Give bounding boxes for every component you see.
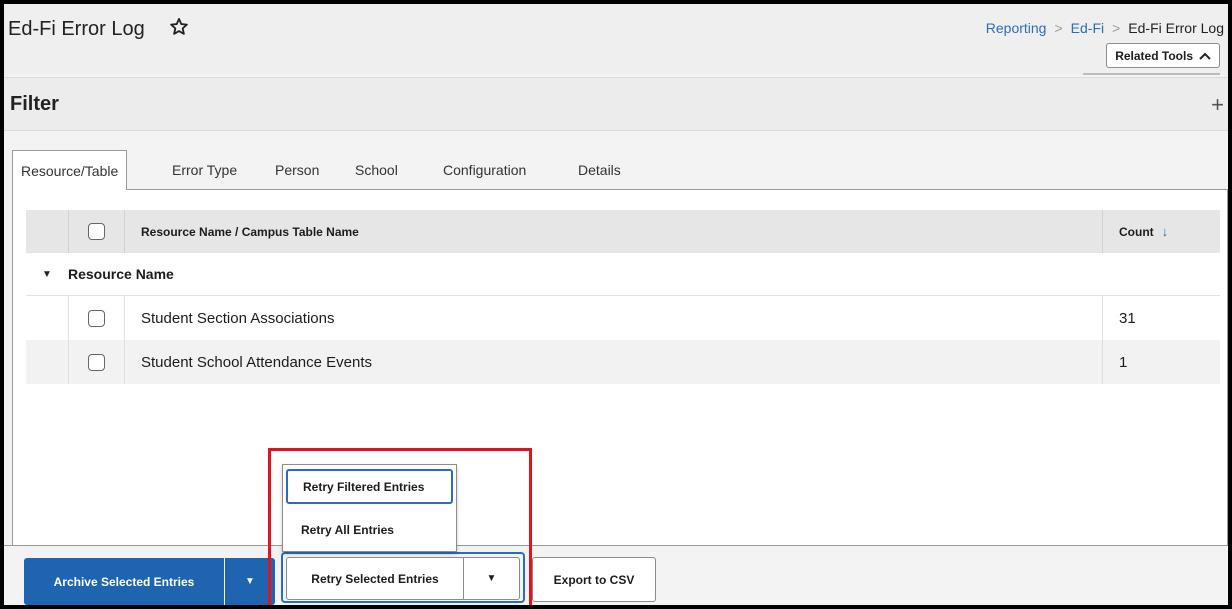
related-tools-button[interactable]: Related Tools	[1106, 43, 1220, 68]
breadcrumb-separator-icon: >	[1112, 20, 1121, 36]
collapse-caret-icon[interactable]: ▼	[26, 269, 68, 280]
related-tools-label: Related Tools	[1115, 48, 1193, 63]
caret-down-icon: ▼	[245, 576, 255, 587]
breadcrumb-reporting[interactable]: Reporting	[986, 20, 1047, 36]
filter-bar: Filter +	[4, 77, 1228, 131]
column-header-count[interactable]: Count ↓	[1103, 210, 1220, 253]
breadcrumb-current: Ed-Fi Error Log	[1128, 20, 1224, 36]
tab-resource-table[interactable]: Resource/Table	[12, 150, 128, 191]
tab-bar: Resource/Table Error Type Person School …	[12, 150, 1228, 191]
tab-configuration[interactable]: Configuration	[443, 150, 526, 190]
archive-selected-button[interactable]: Archive Selected Entries	[24, 558, 224, 605]
table-row[interactable]: Student Section Associations 31	[26, 296, 1220, 340]
select-all-checkbox[interactable]	[88, 223, 105, 240]
sort-descending-icon: ↓	[1161, 224, 1169, 239]
tab-person[interactable]: Person	[275, 150, 319, 190]
group-label: Resource Name	[68, 266, 174, 282]
tab-details[interactable]: Details	[578, 150, 621, 190]
retry-selected-button[interactable]: Retry Selected Entries	[286, 557, 464, 600]
row-count: 1	[1119, 353, 1128, 371]
resource-grid: Resource Name / Campus Table Name Count …	[26, 210, 1220, 384]
app-frame: Ed-Fi Error Log Reporting > Ed-Fi > Ed-F…	[4, 4, 1228, 605]
retry-all-entries-item[interactable]: Retry All Entries	[286, 512, 453, 547]
table-row[interactable]: Student School Attendance Events 1	[26, 340, 1220, 384]
retry-dropdown-menu: Retry Filtered Entries Retry All Entries	[282, 464, 457, 552]
row-checkbox[interactable]	[88, 353, 105, 371]
tab-error-type[interactable]: Error Type	[172, 150, 237, 190]
chevron-up-icon	[1199, 52, 1211, 60]
favorite-star-icon[interactable]	[168, 16, 190, 38]
retry-filtered-entries-item[interactable]: Retry Filtered Entries	[286, 469, 453, 504]
archive-menu-toggle[interactable]: ▼	[225, 558, 275, 605]
breadcrumb-separator-icon: >	[1054, 20, 1063, 36]
breadcrumb-ed-fi[interactable]: Ed-Fi	[1071, 20, 1104, 36]
header-divider	[1083, 73, 1220, 75]
group-row: ▼ Resource Name	[26, 253, 1220, 296]
row-name: Student Section Associations	[125, 296, 1103, 340]
column-header-count-label: Count	[1119, 224, 1154, 239]
row-checkbox[interactable]	[88, 309, 105, 327]
filter-title: Filter	[10, 93, 59, 115]
row-name: Student School Attendance Events	[125, 340, 1103, 384]
tab-school[interactable]: School	[355, 150, 398, 190]
breadcrumb: Reporting > Ed-Fi > Ed-Fi Error Log	[986, 20, 1224, 36]
export-csv-button[interactable]: Export to CSV	[532, 557, 656, 602]
page-header: Ed-Fi Error Log Reporting > Ed-Fi > Ed-F…	[4, 4, 1228, 75]
page-title: Ed-Fi Error Log	[8, 18, 145, 40]
caret-down-icon: ▼	[486, 573, 497, 584]
row-count: 31	[1119, 309, 1136, 327]
grid-header: Resource Name / Campus Table Name Count …	[26, 210, 1220, 253]
retry-menu-toggle[interactable]: ▼	[463, 557, 520, 600]
action-bar: Archive Selected Entries ▼ Retry Selecte…	[4, 545, 1228, 605]
expand-plus-icon[interactable]: +	[1211, 92, 1224, 118]
column-header-name[interactable]: Resource Name / Campus Table Name	[125, 210, 1103, 253]
resource-panel: Resource Name / Campus Table Name Count …	[12, 190, 1228, 545]
